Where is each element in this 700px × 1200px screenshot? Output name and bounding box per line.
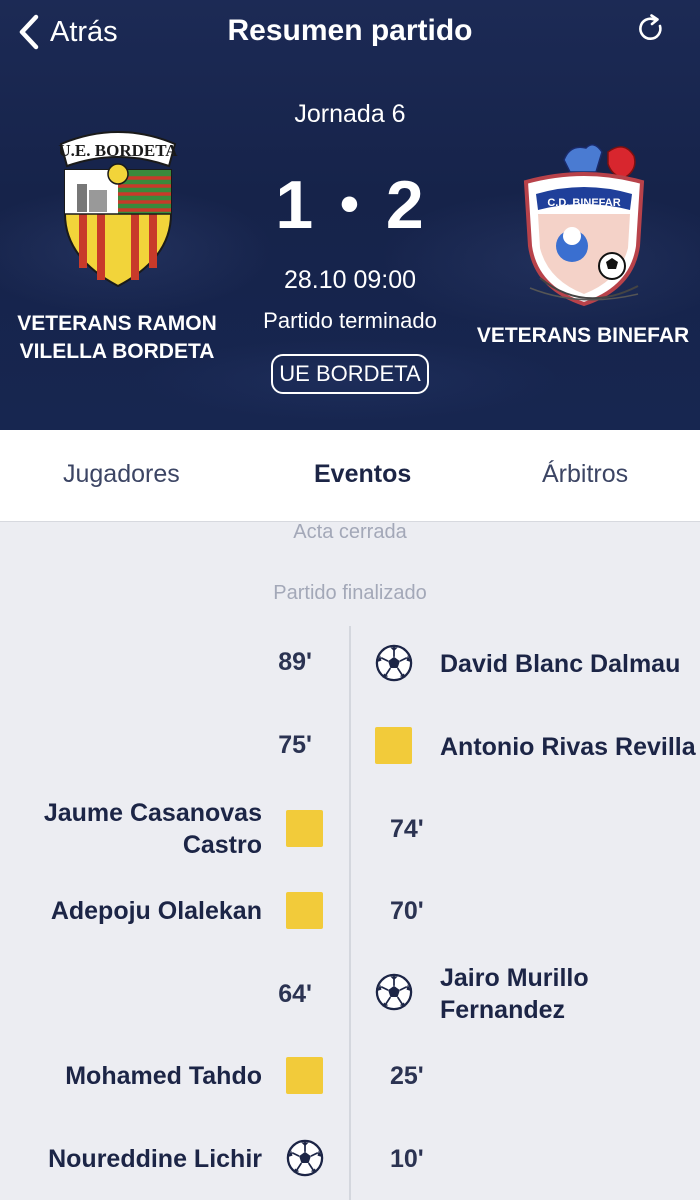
soccer-ball-icon: [286, 1139, 324, 1177]
match-datetime: 28.10 09:00: [283, 266, 417, 294]
yellow-card-icon: [286, 1057, 323, 1094]
soccer-ball-icon: [375, 644, 413, 682]
match-finished-note: Partido finalizado: [273, 582, 427, 604]
event-minute: 89': [278, 648, 312, 676]
event-minute: 10': [390, 1145, 424, 1173]
soccer-ball-icon: [375, 973, 413, 1011]
event-player[interactable]: Jaume Casanovas Castro: [12, 797, 262, 861]
score-separator: •: [340, 174, 360, 234]
away-score: 2: [385, 167, 425, 243]
home-crest-text: U.E. BORDETA: [58, 141, 178, 160]
tab-eventos[interactable]: Eventos: [314, 460, 411, 489]
tab-arbitros[interactable]: Árbitros: [542, 460, 628, 489]
event-player[interactable]: Jairo Murillo Fernandez: [440, 962, 640, 1026]
event-player[interactable]: Antonio Rivas Revilla: [440, 731, 700, 763]
event-minute: 64': [278, 980, 312, 1008]
event-player[interactable]: David Blanc Dalmau: [440, 648, 700, 680]
event-player[interactable]: Adepoju Olalekan: [12, 895, 262, 927]
event-minute: 70': [390, 897, 424, 925]
refresh-icon[interactable]: [634, 12, 668, 46]
home-score: 1: [275, 167, 315, 243]
venue-badge[interactable]: UE BORDETA: [271, 354, 429, 394]
event-player[interactable]: Noureddine Lichir: [12, 1143, 262, 1175]
navigation-bar: Atrás Resumen partido: [0, 0, 700, 66]
report-closed-note: Acta cerrada: [293, 521, 407, 543]
yellow-card-icon: [286, 892, 323, 929]
scoreboard: 1 • 2: [0, 166, 700, 244]
event-minute: 75': [278, 731, 312, 759]
event-player[interactable]: Mohamed Tahdo: [12, 1060, 262, 1092]
round-label: Jornada 6: [294, 100, 406, 128]
timeline-divider: [349, 626, 351, 1200]
tab-bar: Jugadores Eventos Árbitros: [0, 430, 700, 522]
event-minute: 25': [390, 1062, 424, 1090]
home-team-name[interactable]: VETERANS RAMON VILELLA BORDETA: [0, 310, 234, 366]
screen-title: Resumen partido: [227, 14, 473, 47]
yellow-card-icon: [286, 810, 323, 847]
yellow-card-icon: [375, 727, 412, 764]
away-team-name[interactable]: VETERANS BINEFAR: [466, 322, 700, 350]
match-header: Atrás Resumen partido U.E. BORDETA C.D. …: [0, 0, 700, 430]
event-minute: 74': [390, 815, 424, 843]
tab-jugadores[interactable]: Jugadores: [63, 460, 180, 489]
